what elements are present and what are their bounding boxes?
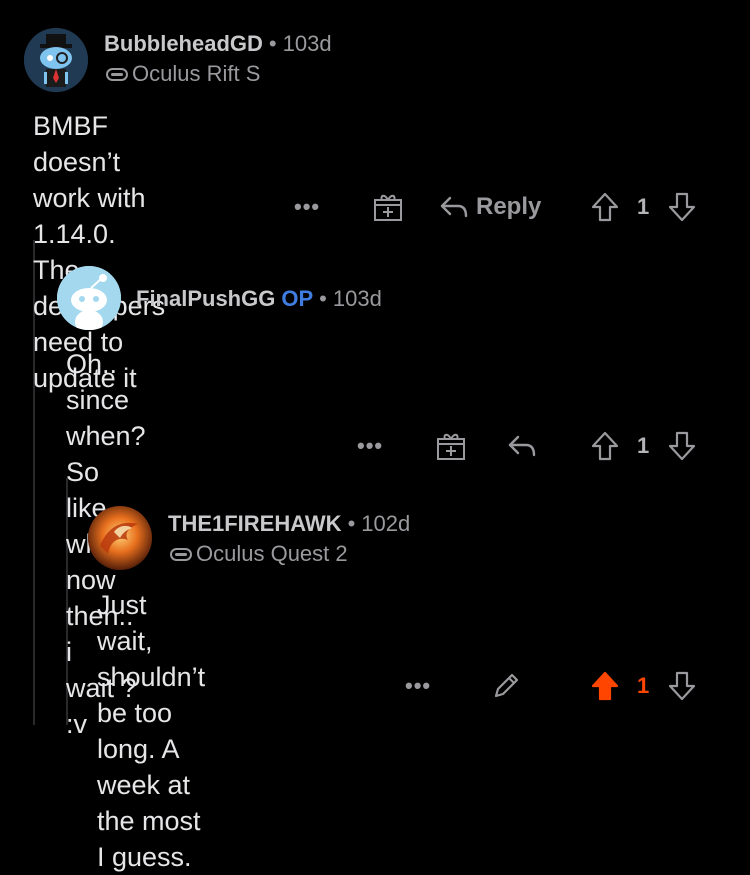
username[interactable]: FinalPushGG [136,286,275,311]
downvote-icon [668,431,696,461]
op-badge: OP [281,286,314,311]
avatar[interactable] [88,506,152,570]
avatar[interactable] [24,28,88,92]
meta-separator: • [268,31,277,56]
comment-body: Just wait, shouldn’t be too long. A week… [97,587,205,875]
pencil-icon [494,673,519,698]
reply-button[interactable] [506,428,538,464]
more-options-button[interactable]: ••• [357,428,383,464]
flair-label: Oculus Quest 2 [196,541,348,566]
comment-actions: ••• 1 [0,428,750,464]
reply-arrow-icon [508,435,536,457]
upvote-icon [591,671,619,701]
downvote-button[interactable] [667,189,697,225]
comment-age: 103d [332,286,382,311]
comment-line: the most I guess. [97,806,201,872]
vote-score: 1 [637,673,650,698]
award-button[interactable] [435,428,467,464]
more-options-button[interactable]: ••• [405,668,431,704]
username[interactable]: BubbleheadGD [104,31,263,56]
comment-age: 102d [361,511,411,536]
snoo-avatar-icon [24,28,88,92]
comment-age: 103d [282,31,332,56]
meta-separator: • [347,511,356,536]
reply-arrow-icon [440,196,468,218]
upvote-button[interactable] [590,189,620,225]
avatar[interactable] [57,266,121,330]
meta-separator: • [319,286,327,311]
flair-label: Oculus Rift S [132,61,261,86]
downvote-button[interactable] [667,668,697,704]
phoenix-avatar-icon [88,506,152,570]
comment-actions: ••• 1 [0,668,750,704]
downvote-icon [668,192,696,222]
username[interactable]: THE1FIREHAWK [168,511,342,536]
upvote-button-active[interactable] [590,668,620,704]
edit-button[interactable] [490,668,522,704]
award-button[interactable] [372,189,404,225]
vote-score: 1 [637,194,650,219]
reply-label: Reply [476,193,542,220]
comment-actions: ••• Reply 1 [0,189,750,225]
gift-plus-icon [374,194,402,221]
upvote-icon [591,431,619,461]
upvote-button[interactable] [590,428,620,464]
vr-headset-icon [170,547,192,561]
vr-headset-icon [106,67,128,81]
reply-button[interactable]: Reply [438,189,541,225]
more-options-button[interactable]: ••• [294,189,320,225]
upvote-icon [591,192,619,222]
downvote-button[interactable] [667,428,697,464]
user-flair: Oculus Quest 2 [170,541,348,567]
downvote-icon [668,671,696,701]
default-snoo-icon [57,266,121,330]
vote-score: 1 [637,433,650,458]
user-flair: Oculus Rift S [106,61,260,87]
gift-plus-icon [437,433,465,460]
